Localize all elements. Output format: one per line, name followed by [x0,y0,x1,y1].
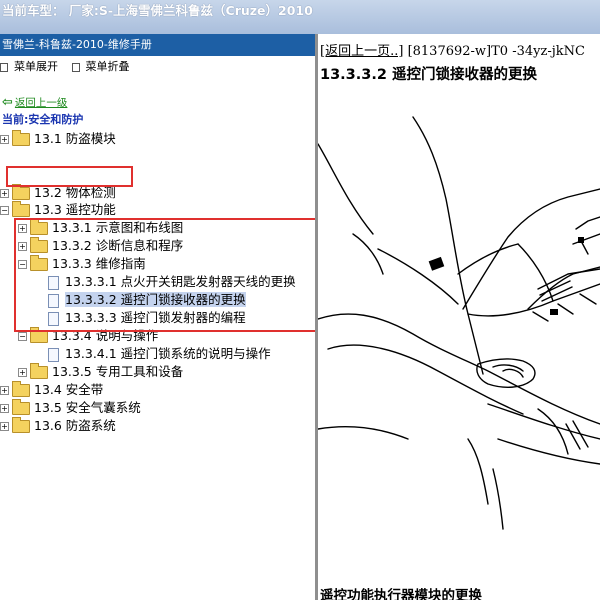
back-to-parent-link[interactable]: 返回上一级 [15,97,68,109]
expand-icon [0,62,8,72]
tree-item-13-3[interactable]: − 13.3 遥控功能 [0,201,116,219]
back-to-previous-page-link[interactable]: [返回上一页..] [320,44,403,59]
highlight-box-service-guide [14,218,315,332]
tree-item-13-1[interactable]: +13.1 防盗模块 [0,130,116,148]
folder-icon [12,381,30,397]
collapse-icon [71,62,80,72]
tree-item-13-5[interactable]: +13.5 安全气囊系统 [0,399,141,417]
tree-item-label: 13.3 遥控功能 [34,202,116,217]
menu-expand-button[interactable]: 菜单展开 [0,56,58,78]
back-to-parent-row[interactable]: ⇦ 返回上一级 [2,96,67,110]
manual-header: 雪佛兰-科鲁兹-2010-维修手册 [0,34,315,56]
tree-item-label: 13.4 安全带 [34,382,104,397]
document-header: [返回上一页..] [8137692-w]T0 -34yz-jkNC [320,40,585,59]
tree-item-13-3-4-1[interactable]: 13.3.4.1 遥控门锁系统的说明与操作 [48,345,271,363]
collapse-toggle-icon[interactable]: − [0,206,9,215]
document-reference: [8137692-w]T0 -34yz-jkNC [407,44,585,59]
current-category: 当前:安全和防护 [2,113,83,127]
tree-item-label: 13.5 安全气囊系统 [34,400,141,415]
window-title-bar: 当前车型： 厂家:S-上海雪佛兰科鲁兹（Cruze）2010 [0,0,600,34]
folder-icon [12,417,30,433]
tree-item-13-3-5[interactable]: +13.3.5 专用工具和设备 [18,363,183,381]
tree-item-13-4[interactable]: +13.4 安全带 [0,381,103,399]
open-folder-icon [12,201,30,217]
menu-toolbar: 菜单展开 菜单折叠 [0,56,315,78]
folder-icon [12,184,30,200]
menu-collapse-button[interactable]: 菜单折叠 [71,56,130,78]
expand-toggle-icon[interactable]: + [0,386,9,395]
tree-item-label: 13.3.5 专用工具和设备 [52,364,184,379]
navigation-pane: 雪佛兰-科鲁兹-2010-维修手册 菜单展开 菜单折叠 ⇦ 返回上一级 当前:安全… [0,34,315,600]
current-category-label: 当前:安全和防护 [2,113,84,126]
back-arrow-icon: ⇦ [2,95,13,110]
tree-item-label: 13.6 防盗系统 [34,418,116,433]
folder-icon [30,363,48,379]
expand-toggle-icon[interactable]: + [18,368,27,377]
expand-toggle-icon[interactable]: + [0,404,9,413]
menu-collapse-label: 菜单折叠 [85,60,130,73]
menu-expand-label: 菜单展开 [14,60,58,73]
document-icon [48,347,59,362]
expand-toggle-icon[interactable]: + [0,135,9,144]
tree-item-label: 13.3.4.1 遥控门锁系统的说明与操作 [65,346,271,361]
document-pane: [返回上一页..] [8137692-w]T0 -34yz-jkNC 13.3.… [318,34,600,600]
tree-item-label: 13.2 物体检测 [34,185,116,200]
next-section-title: 遥控功能执行器模块的更换 [320,588,482,600]
folder-icon [12,399,30,415]
expand-toggle-icon[interactable]: + [0,189,9,198]
collapse-toggle-icon[interactable]: − [18,332,27,341]
document-title: 13.3.3.2 遥控门锁接收器的更换 [320,67,538,83]
tree-item-label: 13.1 防盗模块 [34,131,116,146]
highlight-box-remote-function [6,166,133,187]
expand-toggle-icon[interactable]: + [0,422,9,431]
folder-icon [12,130,30,146]
receiver-illustration [318,116,600,530]
tree-item-13-6[interactable]: +13.6 防盗系统 [0,417,116,435]
window-title: 当前车型： 厂家:S-上海雪佛兰科鲁兹（Cruze）2010 [2,3,313,18]
